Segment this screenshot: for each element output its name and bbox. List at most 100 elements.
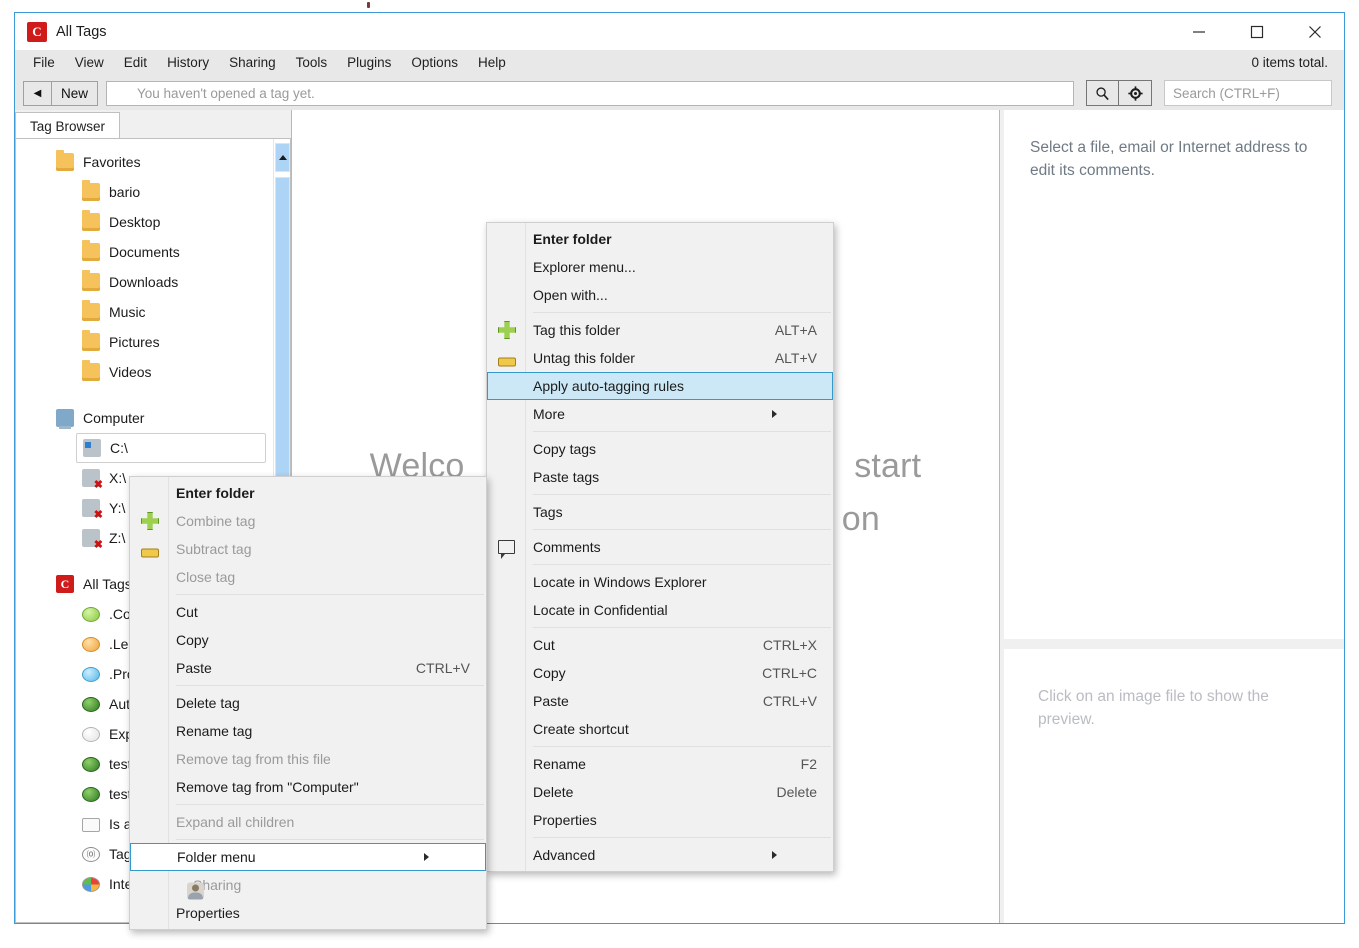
menu-view[interactable]: View [65, 50, 114, 76]
menu-history[interactable]: History [157, 50, 219, 76]
tree-item-music[interactable]: Music [16, 297, 273, 327]
screen-root: C All Tags File View Edit History Sharin… [0, 0, 1359, 948]
tag-multicolor-icon [82, 877, 100, 892]
tree-item-label: Documents [109, 244, 180, 260]
menu-tools[interactable]: Tools [286, 50, 338, 76]
menu-item-delete[interactable]: DeleteDelete [487, 778, 833, 806]
menu-item-properties[interactable]: Properties [130, 899, 486, 927]
menu-item-enter-folder[interactable]: Enter folder [487, 225, 833, 253]
menu-item-label: Paste tags [533, 469, 599, 485]
tree-item-bario[interactable]: bario [16, 177, 273, 207]
comments-pane[interactable]: Select a file, email or Internet address… [1000, 110, 1344, 639]
menu-item-copy[interactable]: CopyCTRL+C [487, 659, 833, 687]
sidebar-tabstrip: Tag Browser [15, 110, 291, 139]
menu-item-locate-in-confidential[interactable]: Locate in Confidential [487, 596, 833, 624]
search-input[interactable]: Search (CTRL+F) [1164, 80, 1332, 106]
menu-plugins[interactable]: Plugins [337, 50, 401, 76]
new-button[interactable]: New [51, 81, 98, 106]
comment-icon [498, 540, 515, 554]
menu-item-label: Close tag [176, 569, 235, 585]
menu-separator [533, 312, 831, 313]
menu-item-paste-tags[interactable]: Paste tags [487, 463, 833, 491]
menu-item-label: Open with... [533, 287, 608, 303]
menu-item-label: Delete tag [176, 695, 240, 711]
menu-item-copy[interactable]: Copy [130, 626, 486, 654]
tag-context-menu[interactable]: Enter folderCombine tagSubtract tagClose… [129, 476, 487, 930]
tree-item-pictures[interactable]: Pictures [16, 327, 273, 357]
cursor-marker [367, 2, 370, 8]
tree-item-videos[interactable]: Videos [16, 357, 273, 387]
menu-item-rename[interactable]: RenameF2 [487, 750, 833, 778]
folder-context-menu[interactable]: Enter folder Explorer menu... Open with...… [486, 222, 834, 872]
tree-item-documents[interactable]: Documents [16, 237, 273, 267]
menu-item-more[interactable]: More [487, 400, 833, 428]
gear-icon[interactable] [1119, 80, 1152, 106]
menu-item-copy-tags[interactable]: Copy tags [487, 435, 833, 463]
menu-sharing[interactable]: Sharing [219, 50, 286, 76]
tree-item-favorites[interactable]: Favorites [16, 147, 273, 177]
pane-divider [1000, 639, 1344, 649]
tag-path-input[interactable]: You haven't opened a tag yet. [106, 81, 1074, 106]
menu-item-properties[interactable]: Properties [487, 806, 833, 834]
menu-item-untag-this-folder[interactable]: Untag this folderALT+V [487, 344, 833, 372]
tag-darkgreen-icon [82, 787, 100, 802]
tag-darkgreen-icon [82, 697, 100, 712]
tree-item-desktop[interactable]: Desktop [16, 207, 273, 237]
menu-item-locate-in-windows-explorer[interactable]: Locate in Windows Explorer [487, 568, 833, 596]
close-icon[interactable] [1286, 13, 1344, 50]
menu-item-tag-this-folder[interactable]: Tag this folderALT+A [487, 316, 833, 344]
menu-options[interactable]: Options [401, 50, 468, 76]
menu-separator [533, 494, 831, 495]
maximize-icon[interactable] [1228, 13, 1286, 50]
menu-item-rename-tag[interactable]: Rename tag [130, 717, 486, 745]
menu-item-open-with[interactable]: Open with... [487, 281, 833, 309]
menu-item-subtract-tag: Subtract tag [130, 535, 486, 563]
menu-item-paste[interactable]: PasteCTRL+V [130, 654, 486, 682]
menu-item-paste[interactable]: PasteCTRL+V [487, 687, 833, 715]
disconnected-drive-icon [82, 529, 100, 547]
menu-separator [533, 837, 831, 838]
tree-item-computer[interactable]: Computer [16, 403, 273, 433]
menu-item-delete-tag[interactable]: Delete tag [130, 689, 486, 717]
menu-item-comments[interactable]: Comments [487, 533, 833, 561]
menu-item-label: Expand all children [176, 814, 294, 830]
menu-item-enter-folder[interactable]: Enter folder [130, 479, 486, 507]
tree-item-label: Y:\ [109, 500, 125, 516]
menu-item-label: Copy tags [533, 441, 596, 457]
plus-icon [498, 321, 516, 339]
search-settings-icon[interactable] [1086, 80, 1119, 106]
menu-item-advanced[interactable]: Advanced [487, 841, 833, 869]
tag-darkgreen-icon [82, 757, 100, 772]
preview-pane[interactable]: Click on an image file to show the previ… [1000, 649, 1344, 923]
tree-item-c[interactable]: C:\ [76, 433, 266, 463]
menu-item-label: Properties [176, 905, 240, 921]
menu-item-apply-auto-tagging-rules[interactable]: Apply auto-tagging rules [487, 372, 833, 400]
menu-item-label: Untag this folder [533, 350, 635, 366]
menu-item-explorer-menu[interactable]: Explorer menu... [487, 253, 833, 281]
menu-edit[interactable]: Edit [114, 50, 157, 76]
menu-item-label: Copy [533, 665, 566, 681]
menu-item-shortcut: ALT+A [735, 322, 817, 338]
menu-file[interactable]: File [23, 50, 65, 76]
menu-help[interactable]: Help [468, 50, 516, 76]
folder-star-icon [56, 153, 74, 171]
tab-tag-browser[interactable]: Tag Browser [15, 112, 120, 140]
scroll-up-arrow-icon[interactable] [275, 143, 290, 172]
menu-item-label: Apply auto-tagging rules [533, 378, 684, 394]
window-controls [1170, 13, 1344, 50]
menu-item-cut[interactable]: Cut [130, 598, 486, 626]
menu-item-remove-tag-from-computer[interactable]: Remove tag from "Computer" [130, 773, 486, 801]
user-folder-icon [82, 183, 100, 201]
tree-item-label: Computer [83, 410, 144, 426]
menu-item-label: Explorer menu... [533, 259, 636, 275]
minimize-icon[interactable] [1170, 13, 1228, 50]
submenu-arrow-icon [772, 851, 817, 859]
tree-item-downloads[interactable]: Downloads [16, 267, 273, 297]
tag-blue-icon [82, 667, 100, 682]
menu-item-tags[interactable]: Tags [487, 498, 833, 526]
back-button[interactable]: ◀ [23, 81, 51, 106]
menu-item-folder-menu[interactable]: Folder menu [130, 843, 486, 871]
menu-item-cut[interactable]: CutCTRL+X [487, 631, 833, 659]
menu-item-label: Enter folder [533, 231, 612, 247]
menu-item-create-shortcut[interactable]: Create shortcut [487, 715, 833, 743]
